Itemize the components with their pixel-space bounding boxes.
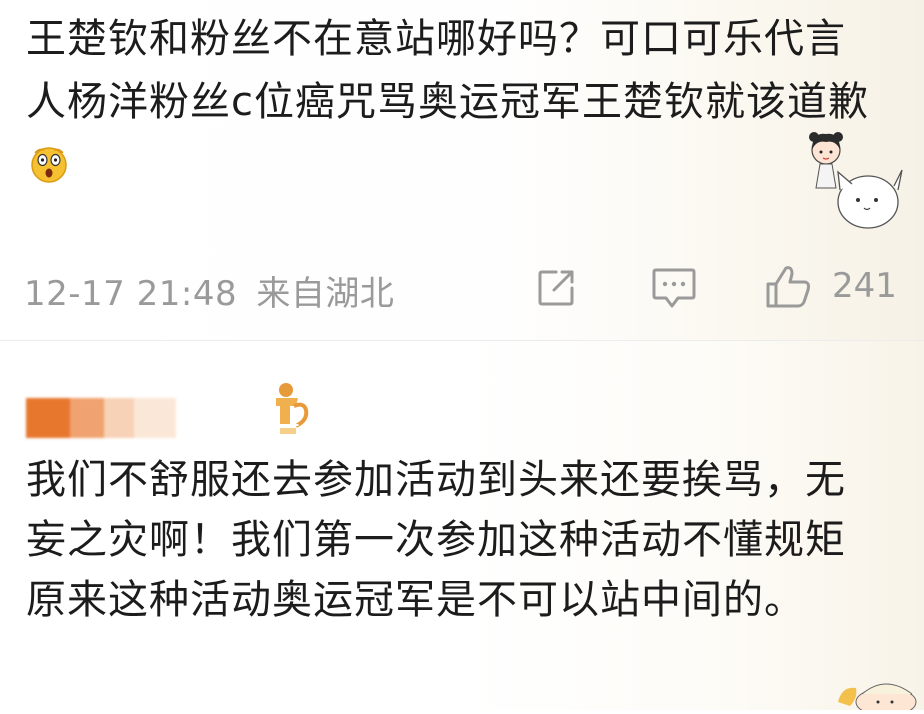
cartoon-decoration-bottom — [828, 672, 920, 714]
post-time: 12-17 21:48 — [24, 274, 238, 314]
reply-body: 我们不舒服还去参加活动到头来还要挨骂，无妄之灾啊！我们第一次参加这种活动不懂规矩… — [26, 457, 846, 623]
cartoon-girl-cat-decoration — [806, 128, 916, 233]
svg-text:2: 2 — [290, 414, 300, 430]
share-icon[interactable] — [534, 266, 578, 314]
comment-icon[interactable] — [650, 264, 698, 314]
post-location: 来自湖北 — [256, 274, 395, 314]
blurred-username[interactable] — [26, 398, 176, 438]
post-timestamp: 12-17 21:48 来自湖北 — [24, 266, 394, 315]
shocked-face-icon — [29, 140, 69, 183]
thumbs-up-icon[interactable] — [764, 262, 814, 316]
post-card[interactable]: 王楚钦和粉丝不在意站哪好吗？可口可乐代言人杨洋粉丝c位癌咒骂奥运冠军王楚钦就该道… — [0, 0, 924, 340]
like-count: 241 — [832, 266, 897, 306]
post-meta-row: 12-17 21:48 来自湖北 241 — [24, 262, 904, 314]
post-body: 王楚钦和粉丝不在意站哪好吗？可口可乐代言人杨洋粉丝c位癌咒骂奥运冠军王楚钦就该道… — [26, 8, 886, 197]
post-text: 王楚钦和粉丝不在意站哪好吗？可口可乐代言人杨洋粉丝c位癌咒骂奥运冠军王楚钦就该道… — [26, 16, 869, 125]
member-badge-icon: 2 — [266, 380, 314, 436]
